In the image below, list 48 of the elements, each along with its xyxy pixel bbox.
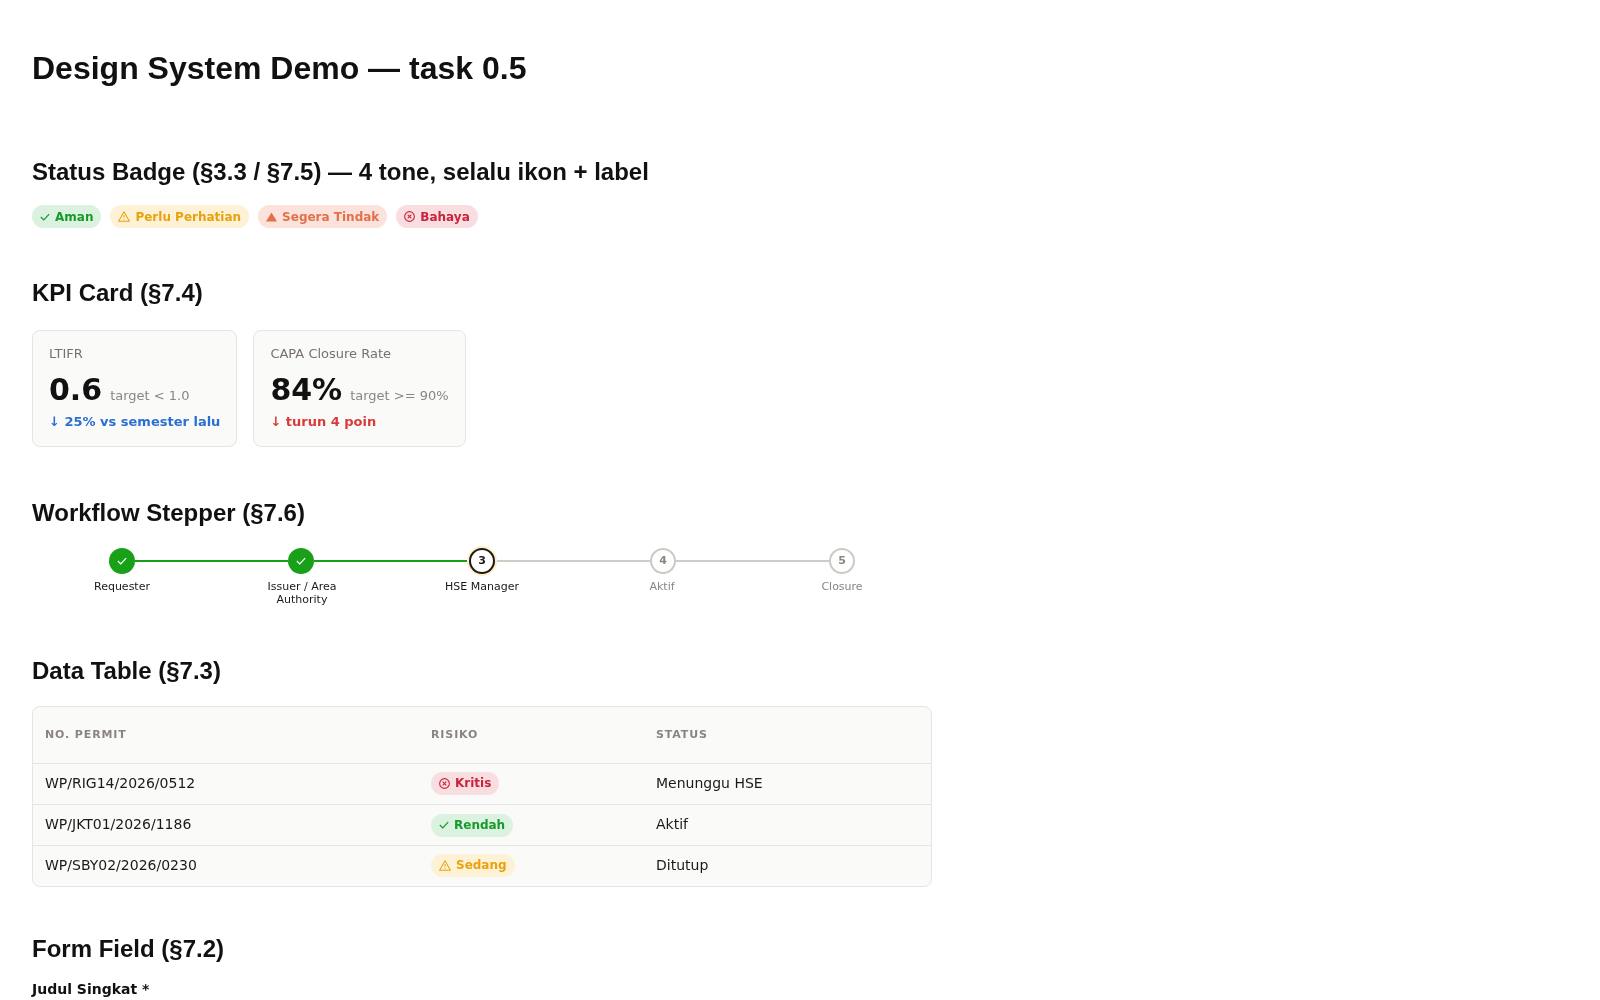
circle-x-icon: [404, 211, 416, 222]
badge-label: Bahaya: [420, 208, 470, 226]
badge-label: Rendah: [454, 817, 506, 835]
kpi-delta: ↓ turun 4 poin: [270, 413, 378, 431]
table-cell: WP/JKT01/2026/1186: [33, 804, 419, 845]
check-icon: [40, 212, 50, 221]
table-cell: WP/RIG14/2026/0512: [33, 763, 419, 804]
step-label: Issuer / Area Authority: [266, 580, 338, 606]
kpi-value: 0.6: [49, 372, 103, 408]
step-label: HSE Manager: [445, 580, 519, 595]
warning-triangle-icon: [439, 859, 451, 871]
page-title: Design System Demo — task 0.5: [32, 49, 528, 87]
warning-triangle-icon: [118, 211, 131, 222]
check-icon: [117, 557, 127, 565]
column-header: STATUS: [644, 707, 931, 763]
step-marker: 3: [467, 546, 497, 576]
kpi-delta: ↓ 25% vs semester lalu: [49, 413, 221, 431]
section-heading: Status Badge (§3.3 / §7.5) — 4 tone, selalu ikon + label: [32, 158, 650, 186]
badge-label: Kritis: [455, 775, 492, 792]
section-heading: KPI Card (§7.4): [32, 279, 204, 307]
check-icon: [439, 821, 449, 830]
section-heading: Data Table (§7.3): [32, 657, 222, 685]
triangle-icon: [266, 211, 278, 222]
badge-label: Segera Tindak: [282, 208, 380, 226]
badge-label: Perlu Perhatian: [135, 208, 242, 226]
circle-x-icon: [439, 777, 450, 789]
step-label: Closure: [821, 580, 863, 595]
badge-label: Sedang: [456, 857, 507, 875]
check-icon: [296, 557, 306, 565]
section-heading: Form Field (§7.2): [32, 935, 226, 963]
step-marker: 4: [650, 548, 676, 574]
table-cell: Menunggu HSE: [644, 763, 931, 804]
section-heading: Workflow Stepper (§7.6): [32, 499, 306, 527]
kpi-value: 84%: [270, 372, 343, 408]
kpi-target: target >= 90%: [350, 387, 449, 405]
column-header: RISIKO: [419, 707, 644, 763]
kpi-target: target < 1.0: [110, 387, 190, 405]
kpi-label: CAPA Closure Rate: [270, 345, 393, 363]
step-label: Requester: [94, 580, 150, 595]
table-cell: WP/SBY02/2026/0230: [33, 845, 419, 886]
step-marker: 5: [829, 548, 855, 574]
table-cell: Ditutup: [644, 845, 931, 886]
badge-label: Aman: [55, 208, 94, 226]
column-header: NO. PERMIT: [33, 707, 419, 763]
step-label: Aktif: [649, 580, 675, 595]
field-label: Judul Singkat *: [32, 981, 150, 997]
table-cell: Aktif: [644, 804, 931, 845]
kpi-label: LTIFR: [49, 345, 84, 363]
